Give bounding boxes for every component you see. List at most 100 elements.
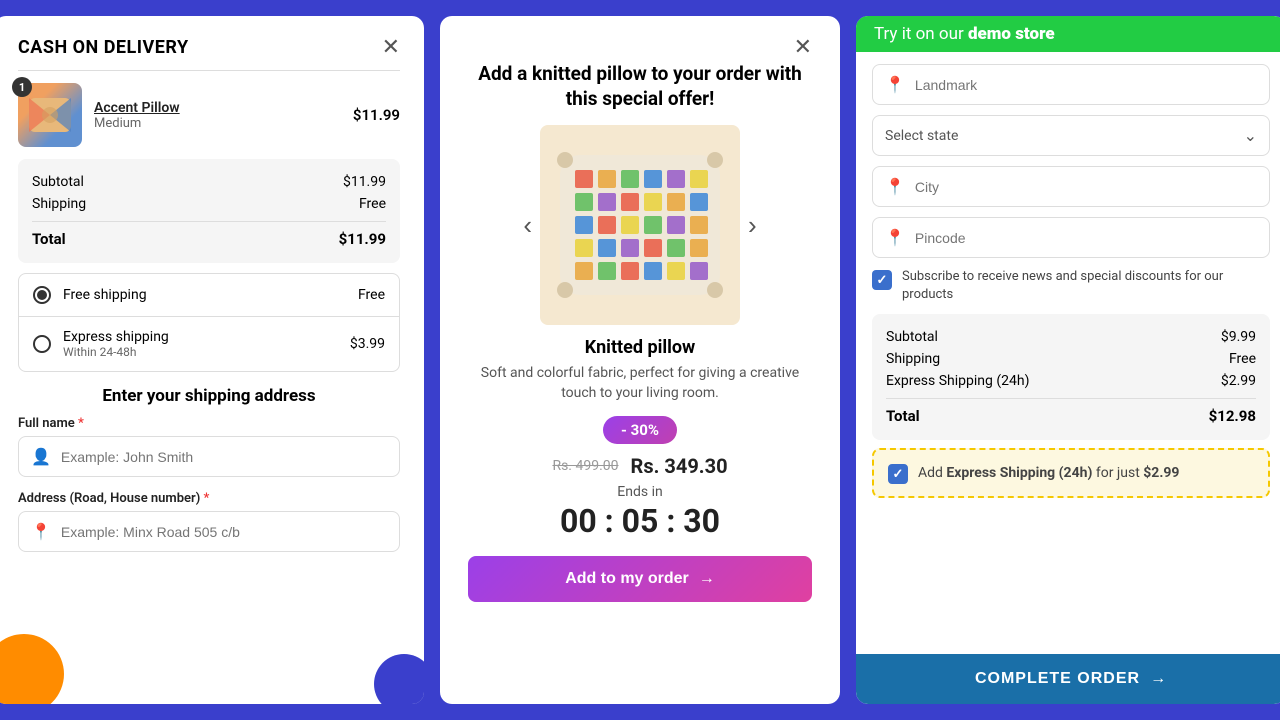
address-input-wrap[interactable]: 📍 (18, 511, 400, 552)
express-shipping-price: $3.99 (350, 336, 385, 352)
upsell-text-for: for just (1092, 465, 1143, 481)
complete-order-button[interactable]: COMPLETE ORDER → (856, 654, 1280, 704)
product-image-wrap: 1 (18, 83, 82, 147)
landmark-input[interactable] (915, 77, 1257, 93)
close-button-left[interactable]: ✕ (382, 36, 400, 58)
upsell-text: Add Express Shipping (24h) for just $2.9… (918, 465, 1254, 481)
price-row: Rs. 499.00 Rs. 349.30 (552, 454, 727, 478)
complete-order-label: COMPLETE ORDER (975, 670, 1140, 688)
pincode-input-wrap[interactable]: 📍 (872, 217, 1270, 258)
address-label: Address (Road, House number) * (18, 491, 400, 506)
demo-banner-text: Try it on our (874, 24, 968, 44)
fullname-label: Full name * (18, 416, 400, 431)
right-express-row: Express Shipping (24h) $2.99 (886, 370, 1256, 392)
middle-panel-header: ✕ (468, 36, 812, 58)
demo-banner-bold: demo store (968, 24, 1055, 44)
pincode-icon: 📍 (885, 228, 905, 247)
blue-decoration (374, 654, 424, 704)
left-panel: CASH ON DELIVERY ✕ 1 Accent Pillow Mediu… (0, 16, 424, 704)
countdown-timer: 00 : 05 : 30 (560, 502, 720, 540)
product-info: Accent Pillow Medium (94, 100, 341, 131)
original-price: Rs. 499.00 (552, 458, 618, 474)
right-shipping-label: Shipping (886, 351, 940, 367)
shipping-option-express[interactable]: Express shipping Within 24-48h $3.99 (19, 317, 399, 371)
product-size: Medium (94, 116, 341, 131)
add-to-order-label: Add to my order (565, 570, 689, 588)
discount-badge: - 30% (603, 416, 677, 444)
chevron-down-icon: ⌄ (1244, 126, 1257, 145)
upsell-price: $2.99 (1143, 465, 1179, 481)
cart-badge: 1 (12, 77, 32, 97)
product-row: 1 Accent Pillow Medium $11.99 (18, 83, 400, 147)
carousel-prev-button[interactable]: ‹ (515, 210, 540, 241)
close-button-middle[interactable]: ✕ (794, 36, 812, 58)
upsell-text-add: Add (918, 465, 946, 481)
city-input-wrap[interactable]: 📍 (872, 166, 1270, 207)
knitted-pillow-image (540, 125, 740, 325)
right-content: 📍 Select state ⌄ 📍 📍 Subscribe to receiv… (856, 52, 1280, 650)
right-shipping-row: Shipping Free (886, 348, 1256, 370)
subtotal-value: $11.99 (343, 174, 386, 190)
right-total-row: Total $12.98 (886, 398, 1256, 428)
state-select[interactable]: Select state ⌄ (872, 115, 1270, 156)
shipping-option-free[interactable]: Free shipping Free (19, 274, 399, 317)
product-card-desc: Soft and colorful fabric, perfect for gi… (468, 364, 812, 403)
subscribe-text: Subscribe to receive news and special di… (902, 268, 1270, 304)
right-subtotal-value: $9.99 (1221, 329, 1256, 345)
middle-panel: ✕ Add a knitted pillow to your order wit… (440, 16, 840, 704)
address-required: * (204, 491, 210, 506)
total-label: Total (32, 230, 66, 248)
shipping-row: Shipping Free (32, 193, 386, 215)
carousel-next-button[interactable]: › (740, 210, 765, 241)
free-shipping-price: Free (358, 287, 385, 303)
right-total-value: $12.98 (1209, 407, 1256, 425)
city-input[interactable] (915, 179, 1257, 195)
pincode-input[interactable] (915, 230, 1257, 246)
complete-order-arrow: → (1150, 670, 1167, 688)
subtotal-row: Subtotal $11.99 (32, 171, 386, 193)
right-shipping-value: Free (1229, 351, 1256, 367)
express-upsell-box[interactable]: Add Express Shipping (24h) for just $2.9… (872, 448, 1270, 498)
address-input[interactable] (61, 524, 387, 540)
orange-decoration (0, 634, 64, 704)
free-shipping-label: Free shipping (63, 287, 346, 303)
fullname-input-wrap[interactable]: 👤 (18, 436, 400, 477)
order-summary: Subtotal $11.99 Shipping Free Total $11.… (18, 159, 400, 263)
product-card-name: Knitted pillow (585, 337, 696, 358)
carousel: ‹ (468, 125, 812, 325)
express-shipping-sub: Within 24-48h (63, 345, 338, 359)
person-icon: 👤 (31, 447, 51, 466)
total-value: $11.99 (339, 230, 386, 248)
add-to-order-button[interactable]: Add to my order → (468, 556, 812, 602)
shipping-label: Shipping (32, 196, 86, 212)
offer-title: Add a knitted pillow to your order with … (468, 62, 812, 111)
demo-banner: Try it on our demo store (856, 16, 1280, 52)
radio-free[interactable] (33, 286, 51, 304)
right-panel: Try it on our demo store 📍 Select state … (856, 16, 1280, 704)
ends-in-label: Ends in (617, 484, 662, 500)
final-price: Rs. 349.30 (631, 454, 728, 478)
left-panel-header: CASH ON DELIVERY ✕ (18, 36, 400, 58)
fullname-required: * (78, 416, 84, 431)
right-subtotal-label: Subtotal (886, 329, 938, 345)
shipping-value: Free (359, 196, 386, 212)
subscribe-wrap[interactable]: Subscribe to receive news and special di… (872, 268, 1270, 304)
product-price: $11.99 (353, 106, 400, 124)
landmark-input-wrap[interactable]: 📍 (872, 64, 1270, 105)
subscribe-checkbox[interactable] (872, 270, 892, 290)
address-field-group: Address (Road, House number) * 📍 (18, 491, 400, 552)
location-icon: 📍 (31, 522, 51, 541)
upsell-checkbox[interactable] (888, 464, 908, 484)
city-icon: 📍 (885, 177, 905, 196)
product-name: Accent Pillow (94, 100, 341, 116)
divider-top (18, 70, 400, 71)
fullname-input[interactable] (61, 449, 387, 465)
right-total-label: Total (886, 407, 920, 425)
right-subtotal-row: Subtotal $9.99 (886, 326, 1256, 348)
landmark-icon: 📍 (885, 75, 905, 94)
express-shipping-label: Express shipping Within 24-48h (63, 329, 338, 359)
fullname-field-group: Full name * 👤 (18, 416, 400, 477)
address-section-title: Enter your shipping address (18, 386, 400, 406)
radio-express[interactable] (33, 335, 51, 353)
subtotal-label: Subtotal (32, 174, 84, 190)
